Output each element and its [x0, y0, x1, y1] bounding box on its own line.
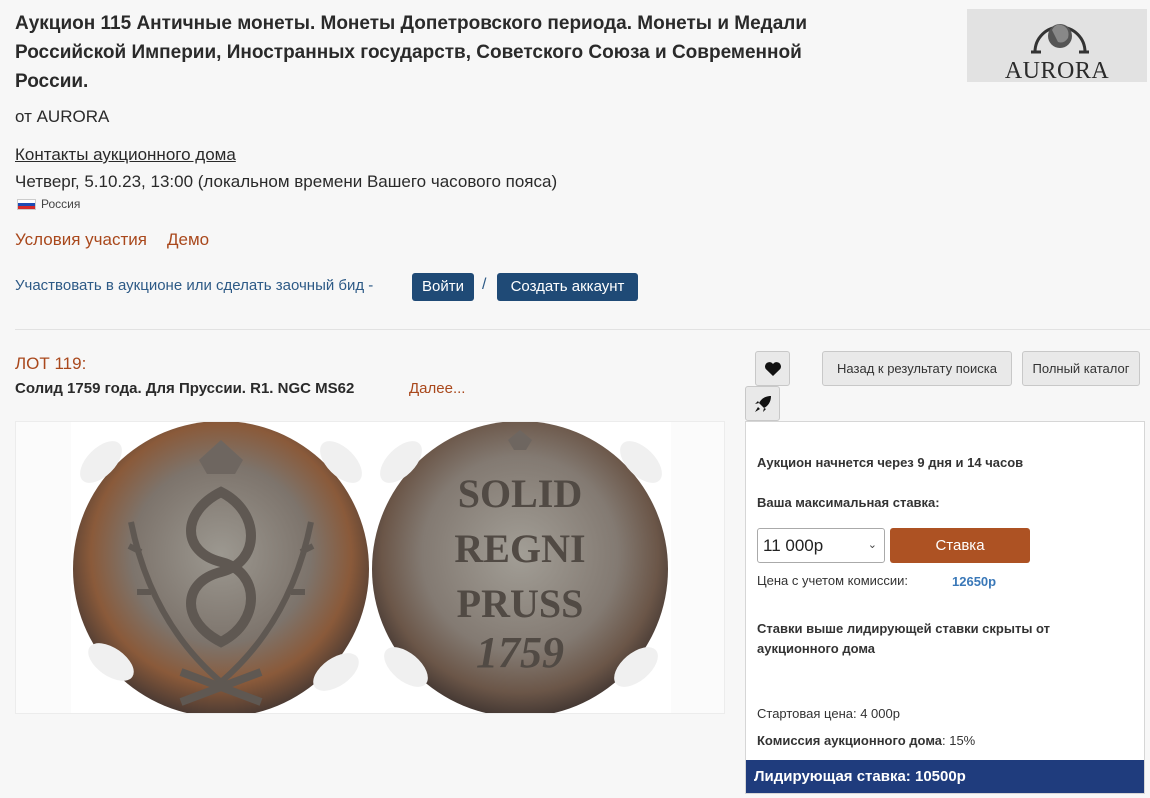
commission-price-label: Цена с учетом комиссии: — [757, 573, 909, 588]
coin-legend-line-3: PRUSS — [457, 581, 584, 626]
contacts-link[interactable]: Контакты аукционного дома — [15, 145, 236, 165]
login-button[interactable]: Войти — [412, 273, 474, 301]
back-to-search-button[interactable]: Назад к результату поиска — [822, 351, 1012, 386]
country-label: Россия — [17, 197, 80, 211]
chevron-down-icon: ⌄ — [867, 539, 877, 551]
bid-amount-value: 11 000р — [763, 536, 824, 555]
start-price: Стартовая цена: 4 000р — [757, 706, 900, 721]
participation-text: Участвовать в аукционе или сделать заочн… — [15, 277, 374, 294]
more-link[interactable]: Далее... — [409, 380, 465, 397]
bid-panel: Аукцион начнется через 9 дня и 14 часов … — [745, 421, 1145, 794]
lot-image[interactable]: SOLID REGNI PRUSS 1759 — [71, 422, 671, 713]
country-name: Россия — [41, 197, 81, 211]
rocket-icon — [754, 395, 771, 412]
commission-price-value: 12650р — [952, 574, 997, 589]
demo-link[interactable]: Демо — [167, 230, 209, 250]
house-commission-value: : 15% — [942, 733, 976, 748]
russia-flag-icon — [17, 198, 36, 210]
hidden-bids-notice: Ставки выше лидирующей ставки скрыты от … — [757, 621, 1051, 656]
lot-title: Солид 1759 года. Для Пруссии. R1. NGC MS… — [15, 380, 355, 397]
house-commission-label: Комиссия аукционного дома — [757, 733, 942, 748]
house-commission: Комиссия аукционного дома: 15% — [757, 733, 975, 748]
divider — [15, 329, 1150, 330]
auction-countdown: Аукцион начнется через 9 дня и 14 часов — [757, 455, 1024, 470]
auction-house-name: от AURORA — [15, 107, 110, 126]
coin-image: SOLID REGNI PRUSS 1759 — [73, 422, 668, 713]
lot-number: ЛОТ 119: — [15, 354, 87, 373]
coin-legend-line-4: 1759 — [476, 628, 564, 677]
lot-image-panel: SOLID REGNI PRUSS 1759 — [15, 421, 725, 714]
bid-amount-select[interactable]: 11 000р ⌄ — [757, 528, 885, 563]
terms-link[interactable]: Условия участия — [15, 230, 147, 250]
auction-title: Аукцион 115 Античные монеты. Монеты Допе… — [15, 13, 808, 92]
coin-legend-line-1: SOLID — [458, 471, 583, 516]
logo-text: AURORA — [1004, 58, 1110, 84]
leading-bid-bar: Лидирующая ставка: 10500р — [746, 760, 1144, 793]
full-catalog-button[interactable]: Полный каталог — [1022, 351, 1140, 386]
auction-date: Четверг, 5.10.23, 13:00 (локальном време… — [15, 172, 558, 191]
separator: / — [482, 276, 487, 293]
place-bid-button[interactable]: Ставка — [890, 528, 1030, 563]
share-button[interactable] — [745, 386, 780, 421]
create-account-button[interactable]: Создать аккаунт — [497, 273, 638, 301]
favorite-button[interactable] — [755, 351, 790, 386]
heart-icon — [764, 361, 781, 376]
aurora-logo-icon — [1031, 24, 1089, 54]
coin-legend-line-2: REGNI — [454, 526, 585, 571]
max-bid-label: Ваша максимальная ставка: — [757, 495, 940, 510]
